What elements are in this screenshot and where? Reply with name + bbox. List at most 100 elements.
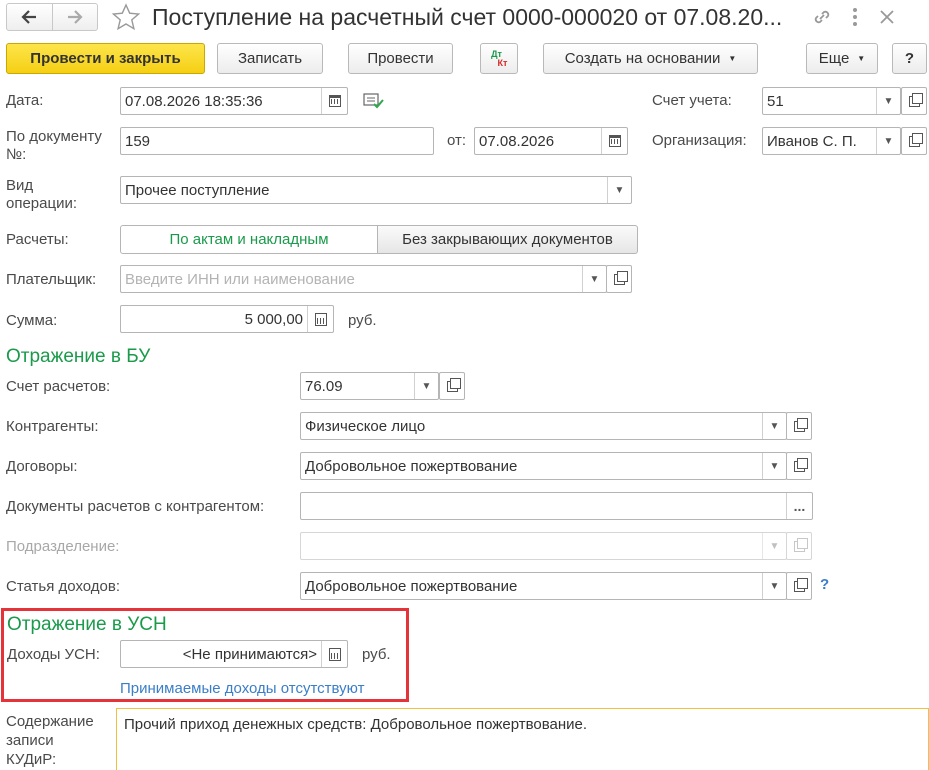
calendar-button[interactable]	[601, 128, 627, 154]
usn-income-value: <Не принимаются>	[182, 645, 317, 663]
settlement-docs-label: Документы расчетов с контрагентом:	[6, 498, 265, 515]
usn-income-label: Доходы УСН:	[7, 646, 100, 663]
calendar-icon	[608, 135, 621, 147]
operation-type-dropdown[interactable]: ▼	[607, 177, 631, 203]
settlement-docs-select-button[interactable]: ...	[786, 493, 812, 519]
kudir-label-line2: записи	[6, 732, 54, 749]
open-window-icon	[793, 537, 808, 552]
account-open-button[interactable]	[901, 87, 927, 115]
settlements-option-acts[interactable]: По актам и накладным	[120, 225, 378, 254]
dt-kt-button[interactable]: Дт Кт	[480, 43, 518, 74]
income-item-label: Статья доходов:	[6, 578, 121, 595]
edit-check-icon[interactable]	[363, 92, 385, 110]
calendar-button[interactable]	[321, 88, 347, 114]
calculator-icon	[328, 647, 341, 661]
division-field: ▼	[300, 532, 787, 560]
calendar-icon	[328, 95, 341, 107]
post-and-close-button[interactable]: Провести и закрыть	[6, 43, 205, 74]
bu-section-title: Отражение в БУ	[6, 346, 151, 367]
doc-number-field[interactable]: 159	[120, 127, 434, 155]
from-date-value: 07.08.2026	[479, 132, 555, 150]
open-window-icon	[793, 457, 808, 472]
payer-label: Плательщик:	[6, 271, 97, 288]
sum-field[interactable]: 5 000,00	[120, 305, 334, 333]
star-icon[interactable]	[111, 3, 141, 31]
open-window-icon	[793, 417, 808, 432]
more-label: Еще	[818, 50, 850, 67]
income-item-value: Добровольное пожертвование	[305, 577, 518, 595]
payer-input[interactable]: Введите ИНН или наименование	[121, 271, 582, 288]
account-field[interactable]: 51 ▼	[762, 87, 901, 115]
settlement-account-dropdown[interactable]: ▼	[414, 373, 438, 399]
doc-number-label-line1: По документу	[6, 128, 102, 145]
settlement-account-label: Счет расчетов:	[6, 378, 111, 395]
save-button[interactable]: Записать	[217, 43, 323, 74]
income-item-field[interactable]: Добровольное пожертвование ▼	[300, 572, 787, 600]
income-item-dropdown[interactable]: ▼	[762, 573, 786, 599]
doc-number-value: 159	[125, 132, 151, 150]
income-item-help[interactable]: ?	[820, 576, 829, 593]
sum-value: 5 000,00	[244, 310, 303, 328]
settlement-docs-field[interactable]: ...	[300, 492, 813, 520]
nav-buttons	[6, 3, 98, 31]
close-icon[interactable]	[877, 7, 897, 27]
organization-label: Организация:	[652, 132, 747, 149]
date-label: Дата:	[6, 92, 44, 109]
settlements-label: Расчеты:	[6, 231, 69, 248]
calculator-icon	[314, 312, 327, 326]
vertical-dots-icon[interactable]	[848, 6, 862, 28]
operation-type-field[interactable]: Прочее поступление ▼	[120, 176, 632, 204]
help-button[interactable]: ?	[892, 43, 927, 74]
payer-dropdown[interactable]: ▼	[582, 266, 606, 292]
link-icon[interactable]	[811, 6, 833, 28]
calculator-button[interactable]	[307, 306, 333, 332]
arrow-right-icon	[67, 10, 83, 24]
account-value: 51	[767, 92, 784, 110]
income-item-open-button[interactable]	[786, 572, 812, 600]
settlement-account-open-button[interactable]	[439, 372, 465, 400]
contracts-value: Добровольное пожертвование	[305, 457, 518, 475]
operation-type-label-line2: операции:	[6, 195, 78, 212]
payer-open-button[interactable]	[606, 265, 632, 293]
post-button[interactable]: Провести	[348, 43, 453, 74]
division-label: Подразделение:	[6, 538, 120, 555]
contracts-field[interactable]: Добровольное пожертвование ▼	[300, 452, 787, 480]
forward-button[interactable]	[53, 4, 98, 30]
calculator-button[interactable]	[321, 641, 347, 667]
account-label: Счет учета:	[652, 92, 732, 109]
open-window-icon	[793, 577, 808, 592]
operation-type-label-line1: Вид	[6, 177, 34, 194]
date-value: 07.08.2026 18:35:36	[125, 92, 263, 110]
division-open-button	[786, 532, 812, 560]
usn-accepted-income-link[interactable]: Принимаемые доходы отсутствуют	[120, 680, 364, 697]
contracts-open-button[interactable]	[786, 452, 812, 480]
counterparties-open-button[interactable]	[786, 412, 812, 440]
date-field[interactable]: 07.08.2026 18:35:36	[120, 87, 348, 115]
organization-field[interactable]: Иванов С. П. ▼	[762, 127, 901, 155]
sum-label: Сумма:	[6, 312, 58, 329]
from-label: от:	[447, 132, 467, 149]
doc-number-label: По документу №:	[6, 128, 102, 164]
organization-open-button[interactable]	[901, 127, 927, 155]
from-date-field[interactable]: 07.08.2026	[474, 127, 628, 155]
counterparties-field[interactable]: Физическое лицо ▼	[300, 412, 787, 440]
open-window-icon	[908, 132, 923, 147]
payer-field[interactable]: Введите ИНН или наименование ▼	[120, 265, 607, 293]
caret-down-icon: ▼	[857, 54, 866, 63]
settlements-option-no-docs[interactable]: Без закрывающих документов	[377, 225, 638, 254]
organization-dropdown[interactable]: ▼	[876, 128, 900, 154]
usn-income-field[interactable]: <Не принимаются>	[120, 640, 348, 668]
back-button[interactable]	[7, 4, 53, 30]
sum-currency: руб.	[348, 312, 377, 329]
account-dropdown[interactable]: ▼	[876, 88, 900, 114]
more-button[interactable]: Еще ▼	[806, 43, 878, 74]
caret-down-icon: ▼	[728, 54, 737, 63]
create-based-on-button[interactable]: Создать на основании ▼	[543, 43, 758, 74]
settlement-account-field[interactable]: 76.09 ▼	[300, 372, 439, 400]
organization-value: Иванов С. П.	[767, 132, 857, 150]
contracts-dropdown[interactable]: ▼	[762, 453, 786, 479]
kudir-content-field[interactable]: Прочий приход денежных средств: Добровол…	[116, 708, 929, 770]
create-based-on-label: Создать на основании	[564, 50, 721, 67]
counterparties-dropdown[interactable]: ▼	[762, 413, 786, 439]
window-title: Поступление на расчетный счет 0000-00002…	[152, 4, 783, 30]
